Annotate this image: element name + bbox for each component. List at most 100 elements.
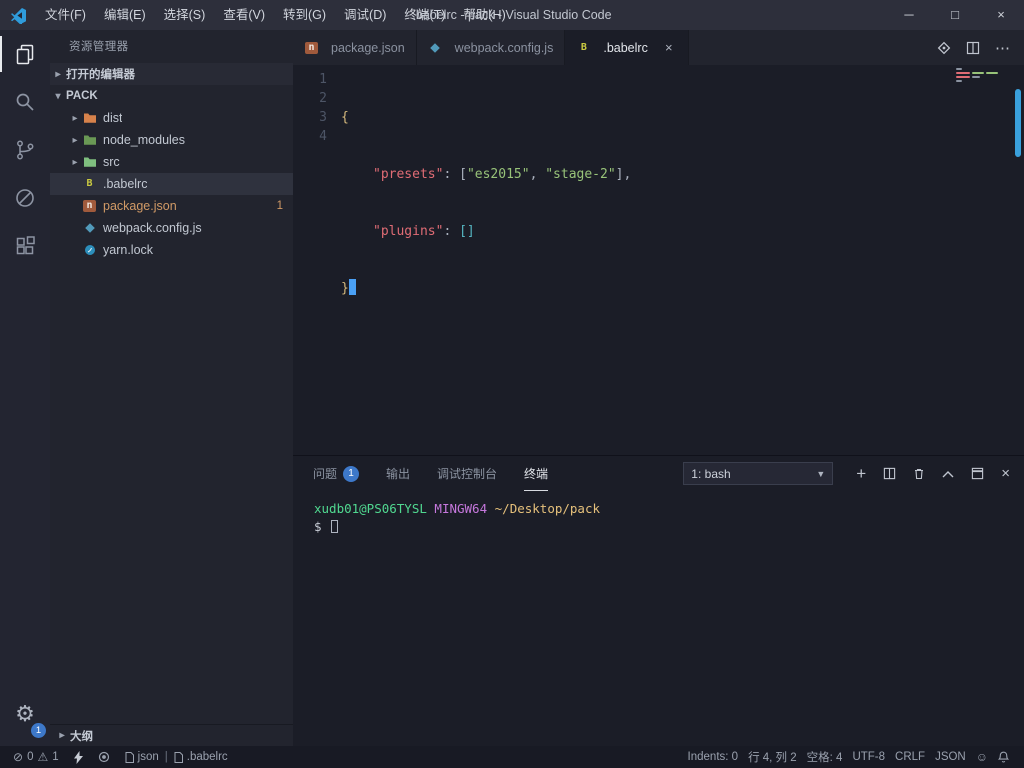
- feedback-smiley-icon[interactable]: ☺: [971, 746, 993, 768]
- terminal-selector-value: 1: bash: [691, 466, 731, 481]
- explorer-sidebar: 资源管理器 ▸ 打开的编辑器 ▾ PACK ▸ dist ▸ node_modu…: [50, 30, 293, 746]
- code-content[interactable]: { "presets": ["es2015", "stage-2"], "plu…: [341, 65, 1024, 455]
- explorer-icon[interactable]: [0, 30, 50, 78]
- split-editor-icon[interactable]: [966, 41, 980, 55]
- panel-tab-output[interactable]: 输出: [386, 457, 410, 491]
- file-name: yarn.lock: [103, 243, 154, 257]
- panel-tab-debug-console[interactable]: 调试控制台: [437, 457, 497, 491]
- tree-file-package-json[interactable]: n package.json 1: [50, 195, 293, 217]
- panel-tab-problems[interactable]: 问题 1: [313, 457, 360, 491]
- code-editor[interactable]: 1 2 3 4 { "presets": ["es2015", "stage-2…: [293, 65, 1024, 455]
- tab-label: webpack.config.js: [454, 40, 554, 55]
- kill-terminal-icon[interactable]: [913, 467, 925, 480]
- webpack-icon: [428, 41, 443, 54]
- code-line-4: }: [341, 279, 1024, 298]
- line-number-gutter: 1 2 3 4: [293, 65, 341, 455]
- menu-file[interactable]: 文件(F): [36, 0, 95, 30]
- folder-icon: [82, 112, 97, 125]
- tab-babelrc[interactable]: B .babelrc ×: [565, 30, 689, 65]
- cursor-position[interactable]: 行 4, 列 2: [743, 746, 802, 768]
- extensions-icon[interactable]: [0, 222, 50, 270]
- panel-actions: 1: bash ▼ + ×: [683, 462, 1010, 485]
- window-controls: ─ □ ×: [886, 0, 1024, 30]
- close-panel-icon[interactable]: ×: [1001, 466, 1010, 481]
- folder-name: node_modules: [103, 133, 186, 147]
- editor-scrollbar[interactable]: [1015, 89, 1021, 157]
- chevron-down-icon: ▾: [55, 90, 61, 102]
- terminal-path: ~/Desktop/pack: [494, 501, 600, 516]
- problems-status[interactable]: ⊘ 0 ⚠ 1: [8, 746, 64, 768]
- menu-view[interactable]: 查看(V): [214, 0, 274, 30]
- menu-selection[interactable]: 选择(S): [155, 0, 215, 30]
- panel-tabs: 问题 1 输出 调试控制台 终端: [313, 457, 548, 491]
- editor-cursor: [348, 279, 356, 295]
- new-terminal-icon[interactable]: +: [856, 465, 866, 482]
- chevron-right-icon: ▸: [59, 730, 65, 741]
- encoding-indicator[interactable]: UTF-8: [847, 746, 890, 768]
- outline-section[interactable]: ▸ 大纲: [50, 724, 293, 746]
- project-section[interactable]: ▾ PACK: [50, 85, 293, 107]
- folder-icon: [82, 134, 97, 147]
- indents-indicator[interactable]: Indents: 0: [683, 746, 744, 768]
- maximize-button[interactable]: □: [932, 0, 978, 30]
- tree-folder-src[interactable]: ▸ src: [50, 151, 293, 173]
- language-indicator-left[interactable]: json | .babelrc: [120, 746, 233, 768]
- panel-tab-terminal[interactable]: 终端: [524, 457, 548, 491]
- chevron-right-icon: ▸: [55, 68, 61, 80]
- eol-indicator[interactable]: CRLF: [890, 746, 930, 768]
- tree-file-babelrc[interactable]: B .babelrc: [50, 173, 293, 195]
- close-window-button[interactable]: ×: [978, 0, 1024, 30]
- menu-debug[interactable]: 调试(D): [335, 0, 395, 30]
- editor-region: n package.json webpack.config.js B .babe…: [293, 30, 1024, 746]
- title-bar: 文件(F) 编辑(E) 选择(S) 查看(V) 转到(G) 调试(D) 终端(T…: [0, 0, 1024, 30]
- bottom-panel: 问题 1 输出 调试控制台 终端 1: bash ▼ + × xudb01@PS…: [293, 455, 1024, 746]
- warning-icon: ⚠: [37, 750, 49, 764]
- editor-tab-bar: n package.json webpack.config.js B .babe…: [293, 30, 1024, 65]
- open-editors-section[interactable]: ▸ 打开的编辑器: [50, 63, 293, 85]
- indentation-indicator[interactable]: 空格: 4: [802, 746, 848, 768]
- open-changes-icon[interactable]: [937, 41, 951, 55]
- menu-go[interactable]: 转到(G): [274, 0, 335, 30]
- tab-webpack-config[interactable]: webpack.config.js: [416, 30, 566, 65]
- terminal-output[interactable]: xudb01@PS06TYSL MINGW64 ~/Desktop/pack $: [293, 491, 1024, 545]
- settings-badge: 1: [31, 723, 46, 738]
- language-mode[interactable]: JSON: [930, 746, 971, 768]
- error-icon: ⊘: [13, 750, 24, 764]
- target-icon: [98, 751, 110, 763]
- minimize-button[interactable]: ─: [886, 0, 932, 30]
- more-actions-icon[interactable]: ⋯: [995, 39, 1011, 57]
- close-tab-icon[interactable]: ×: [661, 40, 677, 55]
- file-icon: [125, 751, 134, 763]
- terminal-user: xudb01@PS06TYSL: [314, 501, 427, 516]
- settings-gear-icon[interactable]: ⚙ 1: [0, 690, 50, 738]
- notifications-bell-icon[interactable]: [993, 746, 1014, 768]
- tree-file-yarn-lock[interactable]: yarn.lock: [50, 239, 293, 261]
- restore-panel-icon[interactable]: [971, 467, 984, 480]
- babel-icon: B: [86, 178, 93, 189]
- minimap[interactable]: [956, 68, 1008, 84]
- tree-file-webpack-config[interactable]: webpack.config.js: [50, 217, 293, 239]
- terminal-shell: MINGW64: [434, 501, 488, 516]
- tab-label: package.json: [331, 40, 405, 55]
- split-terminal-icon[interactable]: [883, 467, 896, 480]
- target-status[interactable]: [93, 746, 115, 768]
- search-icon[interactable]: [0, 78, 50, 126]
- debug-icon[interactable]: [0, 174, 50, 222]
- git-modified-badge: 1: [276, 200, 283, 212]
- problems-count-badge: 1: [343, 465, 360, 482]
- code-line-3: "plugins": []: [373, 224, 475, 239]
- power-status[interactable]: [69, 746, 88, 768]
- terminal-selector[interactable]: 1: bash ▼: [683, 462, 834, 485]
- terminal-prompt-symbol: $: [314, 519, 322, 534]
- folder-name: src: [103, 155, 120, 169]
- maximize-panel-icon[interactable]: [942, 470, 954, 478]
- dropdown-arrow-icon: ▼: [816, 468, 826, 479]
- tabbar-actions: ⋯: [937, 30, 1024, 65]
- terminal-prompt-line: xudb01@PS06TYSL MINGW64 ~/Desktop/pack: [314, 500, 1003, 518]
- tree-folder-dist[interactable]: ▸ dist: [50, 107, 293, 129]
- source-control-icon[interactable]: [0, 126, 50, 174]
- menu-edit[interactable]: 编辑(E): [95, 0, 155, 30]
- tab-package-json[interactable]: n package.json: [293, 30, 417, 65]
- tree-folder-node-modules[interactable]: ▸ node_modules: [50, 129, 293, 151]
- chevron-right-icon: ▸: [72, 112, 78, 124]
